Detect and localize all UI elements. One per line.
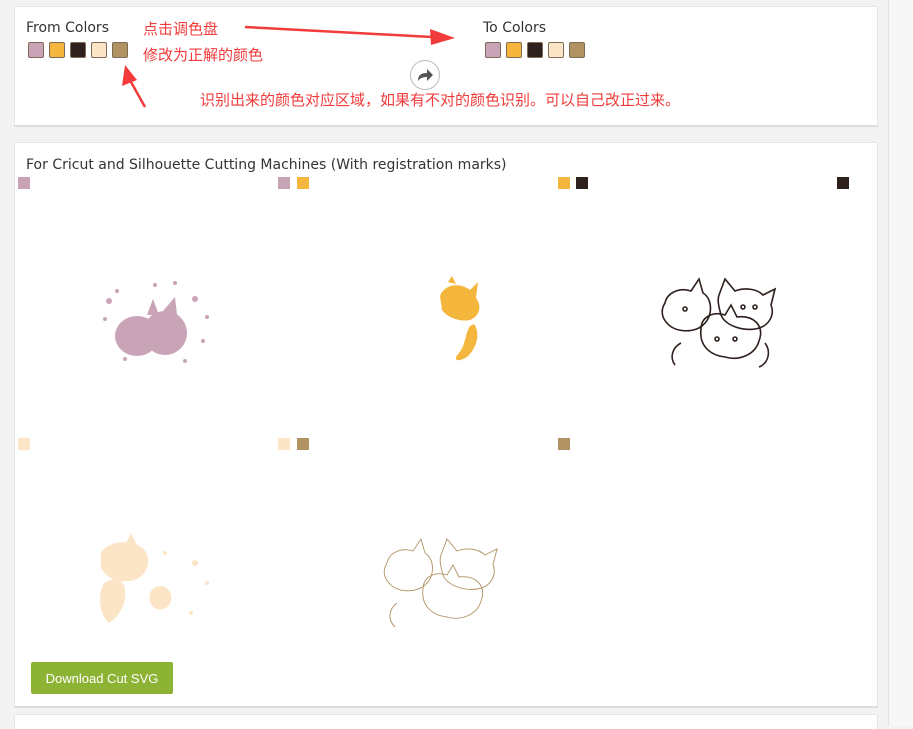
- next-panel: [14, 714, 878, 729]
- kittens-tan-layer-icon: [383, 537, 498, 628]
- registration-mark: [18, 438, 30, 450]
- annotation-arrows: [122, 25, 455, 108]
- kittens-orange-layer-icon: [440, 276, 480, 361]
- registration-mark: [558, 177, 570, 189]
- registration-mark: [837, 177, 849, 189]
- registration-mark: [297, 177, 309, 189]
- registration-mark: [297, 438, 309, 450]
- registration-mark: [278, 177, 290, 189]
- registration-mark: [18, 177, 30, 189]
- arrow-from-colors-icon: [122, 65, 147, 108]
- kittens-pink-layer-icon: [103, 281, 209, 363]
- registration-mark: [558, 438, 570, 450]
- cut-svg-panel: For Cricut and Silhouette Cutting Machin…: [14, 142, 878, 708]
- registration-mark: [576, 177, 588, 189]
- kittens-cream-layer-icon: [100, 533, 209, 623]
- kittens-outline-layer-icon: [661, 277, 777, 368]
- cut-panel-title: For Cricut and Silhouette Cutting Machin…: [26, 157, 507, 173]
- arrow-to-colors-icon: [244, 25, 455, 45]
- download-cut-svg-button[interactable]: Download Cut SVG: [31, 662, 173, 694]
- registration-mark: [278, 438, 290, 450]
